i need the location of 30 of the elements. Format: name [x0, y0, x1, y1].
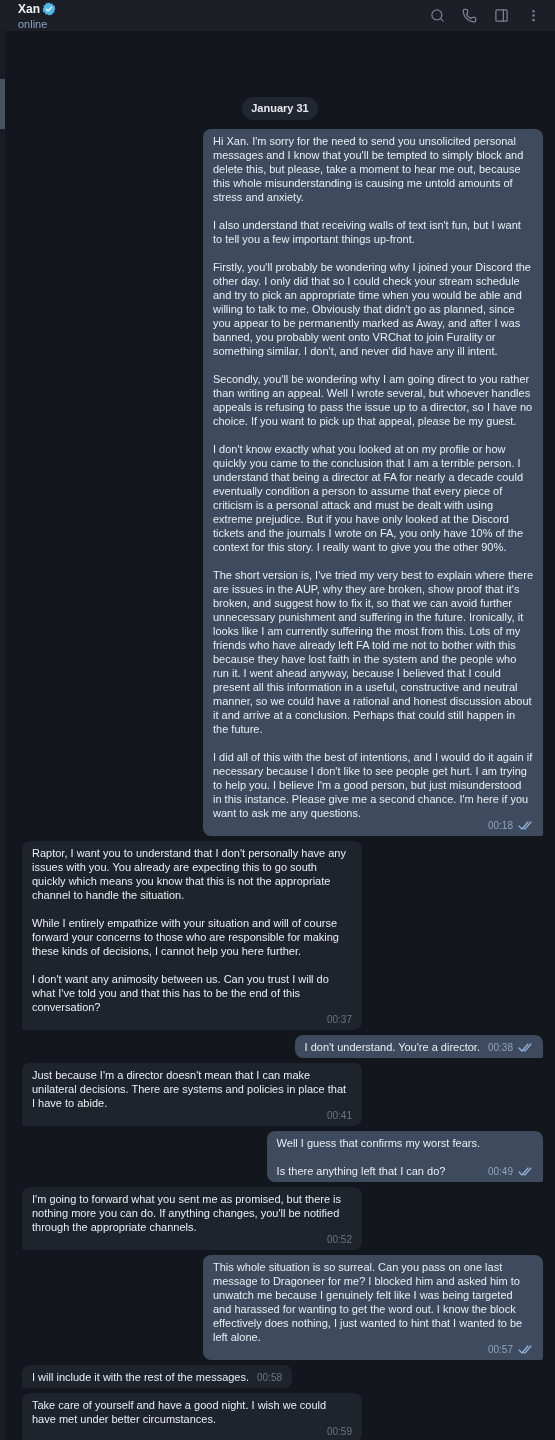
message-time: 00:52 [326, 1232, 352, 1247]
message-text: Take care of yourself and have a good night. I wish we could have met under better circumstances. [32, 1397, 328, 1426]
message-text: Well I guess that confirms my worst fears. Is there anything left that I can do? [276, 1135, 480, 1178]
message-time: 00:41 [326, 1108, 352, 1123]
contact-status: online [18, 18, 49, 31]
message-text: Hi Xan. I'm sorry for the need to send you unsolicited personal messages and I know that you'll be tempted to simply block and delete this, but please, take a moment to hear me out, because this whole misunderstanding is causing me untold amounts of stress and anxiety. I also understand that receiving walls of text isn't fun, but I want to tell you a few important things up-front. Firstly, you'll probably be wondering why I joined your Discord the other day. I only did that so I could check your stream schedule and try to pick an appropriate time when you would be able and willing to talk to me. Obviously that didn't go as planned, since you appear to be permanently marked as Away, and after I was banned, you probably went onto VRChat to join Furality or something similar. I don't, and never did have any ill intent. Secondly, you'll be wondering why I am going direct to you rather than writing an appeal. Well I wrote several, but whoever handles appeals is refusing to pass the issue up to a director, so I have no choice. If you want to pick up that appeal, please be my guest. I don't know exactly what you looked at on my profile or how quickly you came to the conclusion that I am a terrible person. I understand that being a director at FA for nearly a decade could eventually condition a person to assume that every piece of criticism is a personal attack and must be dealt with using extreme prejudice. But if you have only looked at the Discord tickets and the journals I wrote on FA, you only have 10% of the context for this story. I really want to give you the other 90%. The short version is, I've tried my very best to explain where there are issues in the AUP, why they are broken, show proof that it's broken, and suggest how to fix it, so that we can avoid further unnecessary punishment and suffering in the future. Ironically, it looks like I am currently suffering the most from this. Lots of my friends who have already left FA told me not to bother with this because they have lost faith in the system and the people who run it. I went ahead anyway, because I believed that I could present all this information in a useful, constructive and neutral manner, so we could have a rational and honest discussion about it and arrive at a conclusion. Perhaps that could still happen in the future. I did all of this with the best of intentions, and I would do it again if necessary because I don't like to see people get hurt. I am trying to help you. I believe I'm a good person, but just misunderstood in this instance. Please give me a second chance. I'm here if you want to ask me any questions. [213, 133, 533, 820]
double-check-icon [518, 1345, 533, 1354]
verified-badge-icon [42, 2, 56, 16]
double-check-icon [518, 1043, 533, 1052]
date-pill: January 31 [242, 97, 318, 120]
message-time: 00:49 [487, 1164, 513, 1179]
message-text: This whole situation is so surreal. Can you pass on one last message to Dragoneer for me? I blocked him and asked him to unwatch me because I genuinely felt like I was being targeted and harassed for wanting to get the word out. I know the block effectively does nothing, I just wanted to hint that I wanted to be left alone. [213, 1259, 524, 1344]
message-time: 00:18 [487, 818, 513, 833]
double-check-icon [518, 821, 533, 830]
search-icon[interactable] [430, 8, 445, 23]
message-time: 00:57 [487, 1342, 513, 1357]
message-text: Raptor, I want you to understand that I don't personally have any issues with you. You already are expecting this to go south quickly which means you know that this is not the appropriate channel to handle the situation. While I entirely empathize with your situation and will of course forward your concerns to those who are responsible for making these kinds of decisions, I cannot help you here further. I don't want any animosity between us. Can you trust I will do what I've told you and that this has to be the end of this conversation? [32, 845, 347, 1014]
message-text: Just because I'm a director doesn't mean that I can make unilateral decisions. There are systems and policies in place that I have to abide. [32, 1067, 348, 1110]
phone-icon[interactable] [462, 8, 477, 23]
message-time: 00:58 [257, 1370, 283, 1385]
side-panel-icon[interactable] [494, 8, 509, 23]
message-time: 00:59 [326, 1424, 352, 1439]
message-text: I'm going to forward what you sent me as promised, but there is nothing more you can do. If anything changes, you'll be notified through the appropriate channels. [32, 1191, 343, 1234]
message-time: 00:38 [487, 1040, 513, 1055]
scrollbar-thumb[interactable] [0, 79, 5, 129]
message-text: I will include it with the rest of the messages. [32, 1369, 250, 1384]
message-text: I don't understand. You're a director. [304, 1039, 480, 1054]
message-time: 00:37 [326, 1012, 352, 1027]
double-check-icon [518, 1167, 533, 1176]
contact-name: Xan [18, 1, 40, 18]
